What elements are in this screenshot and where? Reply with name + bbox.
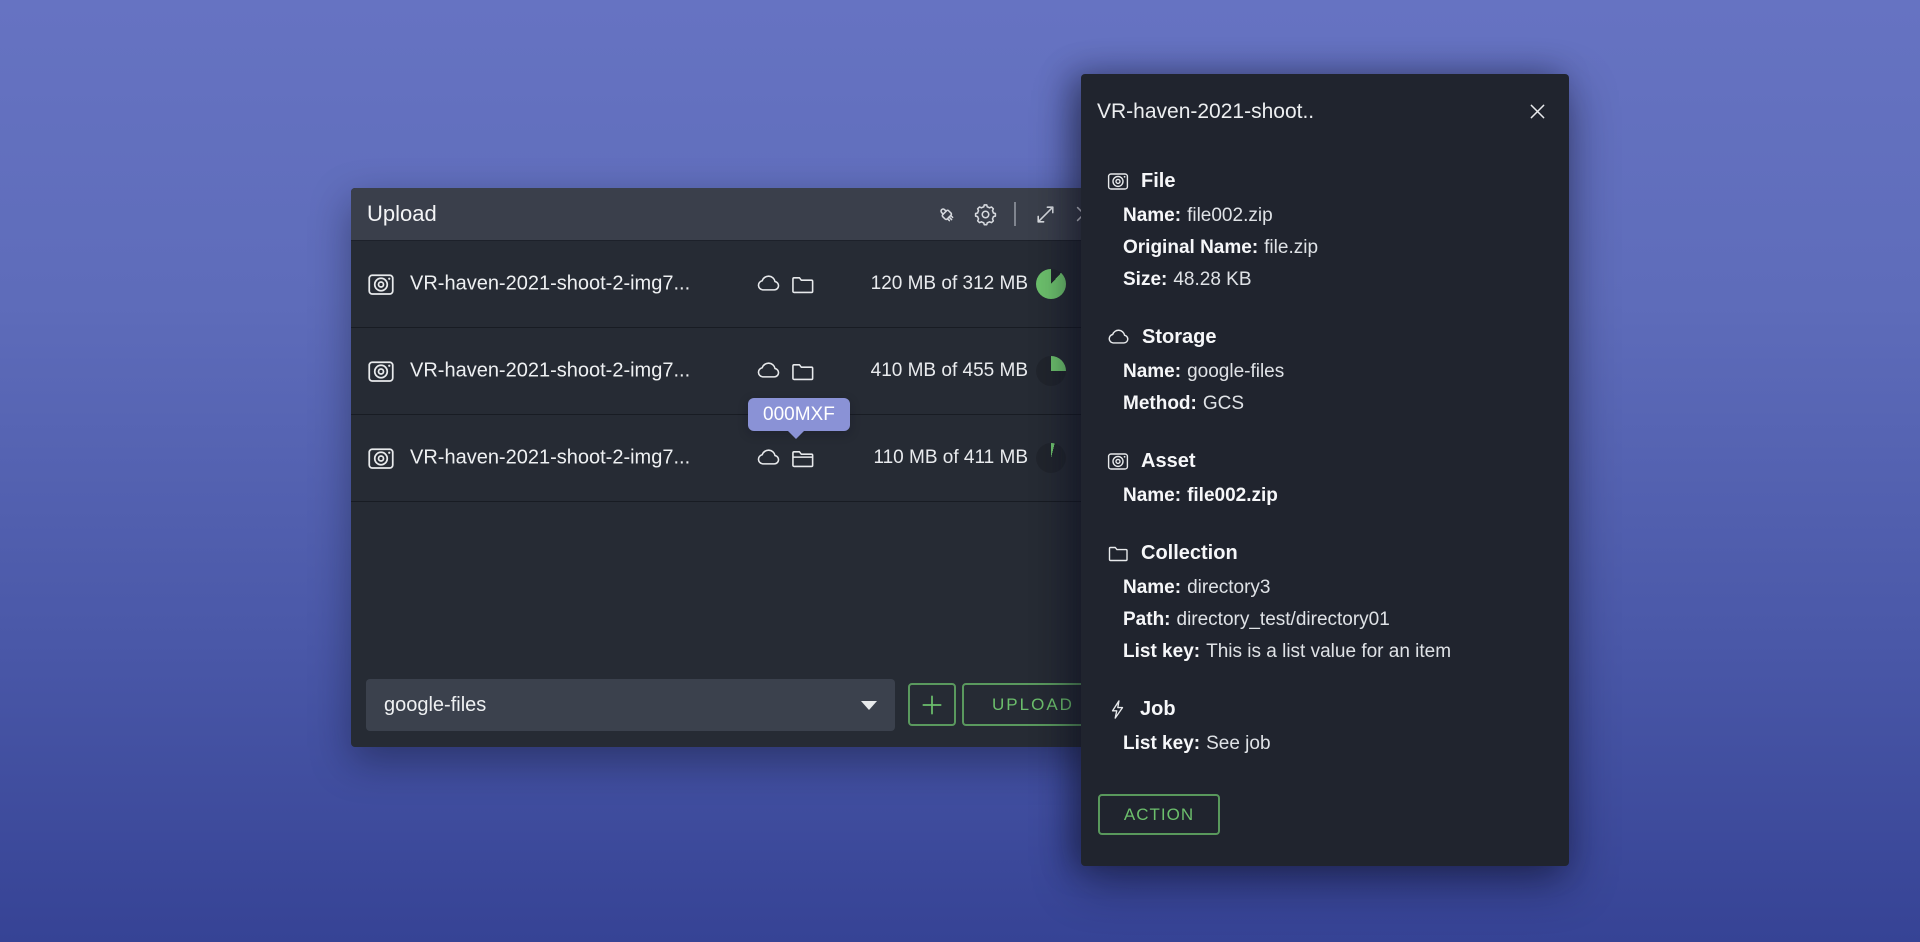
folder-icon[interactable]	[789, 271, 816, 298]
settings-gear-icon[interactable]	[972, 201, 998, 227]
section-heading: Job	[1140, 697, 1176, 720]
upload-progress-pie	[1036, 269, 1066, 299]
upload-size: 110 MB of 411 MB	[873, 447, 1028, 468]
toolbar-divider	[1014, 202, 1016, 226]
camera-icon	[1106, 449, 1130, 473]
tooltip-text: 000MXF	[763, 404, 835, 425]
upload-row[interactable]: VR-haven-2021-shoot-2-img7... 110 MB of …	[351, 415, 1111, 502]
upload-row[interactable]: VR-haven-2021-shoot-2-img7... 410 MB of …	[351, 328, 1111, 415]
section-heading: Collection	[1141, 541, 1238, 564]
detail-field: Method: GCS	[1123, 393, 1245, 414]
upload-row[interactable]: VR-haven-2021-shoot-2-img7... 120 MB of …	[351, 241, 1111, 328]
upload-file-list: VR-haven-2021-shoot-2-img7... 120 MB of …	[351, 241, 1111, 502]
section-storage: Storage Name: google-files Method: GCS	[1081, 322, 1569, 420]
detail-field: Size: 48.28 KB	[1123, 269, 1252, 290]
detail-field: Name: google-files	[1123, 361, 1285, 382]
detail-field: Path: directory_test/directory01	[1123, 609, 1390, 630]
destination-icons	[755, 445, 816, 472]
section-job: Job List key: See job	[1081, 694, 1569, 760]
section-heading: File	[1141, 169, 1176, 192]
folder-icon	[1106, 541, 1130, 565]
plus-icon	[922, 694, 942, 715]
section-heading: Asset	[1141, 449, 1196, 472]
camera-icon	[1106, 169, 1130, 193]
cloud-icon	[1106, 325, 1131, 350]
cloud-icon[interactable]	[755, 271, 782, 298]
camera-icon	[366, 356, 396, 386]
section-asset: Asset Name: file002.zip	[1081, 446, 1569, 512]
cloud-icon[interactable]	[755, 358, 782, 385]
upload-progress-pie	[1036, 356, 1066, 386]
section-collection: Collection Name: directory3 Path: director…	[1081, 538, 1569, 668]
destination-icons	[755, 358, 816, 385]
storage-select-value: google-files	[384, 693, 487, 716]
tooltip-arrow	[788, 431, 804, 439]
upload-size: 410 MB of 455 MB	[870, 360, 1028, 381]
upload-progress-pie	[1036, 443, 1066, 473]
chevron-down-icon	[861, 700, 877, 710]
clean-brush-icon[interactable]	[933, 201, 959, 227]
detail-field: Name: file002.zip	[1123, 205, 1273, 226]
camera-icon	[366, 269, 396, 299]
upload-window-titlebar[interactable]: Upload	[351, 188, 1111, 241]
close-icon[interactable]	[1525, 99, 1549, 123]
window-title: Upload	[367, 201, 437, 226]
expand-icon[interactable]	[1032, 201, 1058, 227]
destination-icons	[755, 271, 816, 298]
action-button[interactable]: ACTION	[1098, 794, 1220, 835]
section-file: File Name: file002.zip Original Name: file…	[1081, 166, 1569, 296]
storage-select[interactable]: google-files	[366, 679, 895, 731]
detail-panel: VR-haven-2021-shoot.. File Name: file002.…	[1081, 74, 1569, 866]
detail-field: Name: directory3	[1123, 577, 1271, 598]
file-name: VR-haven-2021-shoot-2-img7...	[410, 272, 691, 295]
upload-window: Upload VR-haven-2021-shoot-2-img7... 120…	[351, 188, 1111, 747]
file-name: VR-haven-2021-shoot-2-img7...	[410, 446, 691, 469]
file-name: VR-haven-2021-shoot-2-img7...	[410, 359, 691, 382]
detail-field: Original Name: file.zip	[1123, 237, 1319, 258]
lightning-icon	[1106, 698, 1129, 721]
detail-field: List key: This is a list value for an ite…	[1123, 641, 1452, 662]
cloud-icon[interactable]	[755, 445, 782, 472]
detail-panel-title: VR-haven-2021-shoot..	[1097, 100, 1315, 123]
upload-size: 120 MB of 312 MB	[870, 273, 1028, 294]
tooltip: 000MXF	[748, 398, 850, 439]
detail-field: List key: See job	[1123, 733, 1271, 754]
folder-icon[interactable]	[789, 358, 816, 385]
titlebar-actions	[933, 201, 1097, 227]
folder-open-icon[interactable]	[789, 445, 816, 472]
section-heading: Storage	[1142, 325, 1217, 348]
camera-icon	[366, 443, 396, 473]
add-storage-button[interactable]	[908, 683, 956, 726]
detail-field: Name: file002.zip	[1123, 485, 1278, 506]
